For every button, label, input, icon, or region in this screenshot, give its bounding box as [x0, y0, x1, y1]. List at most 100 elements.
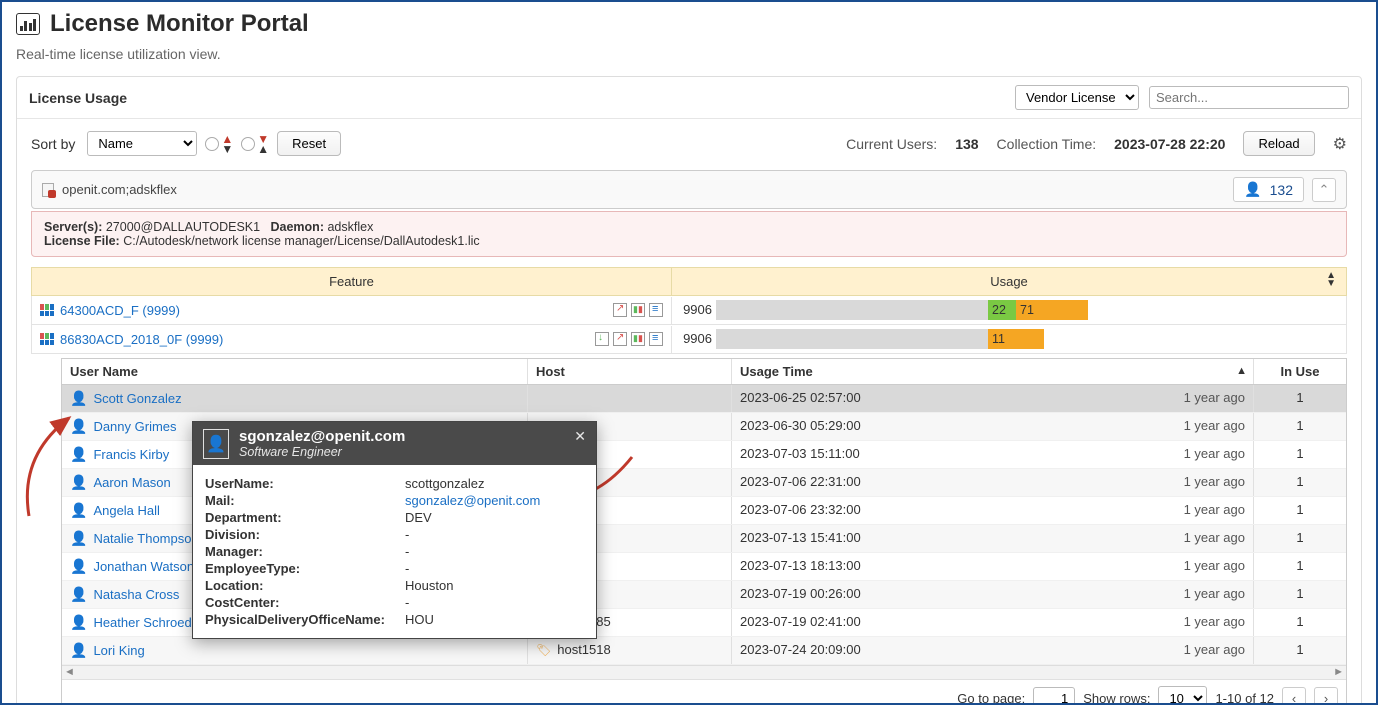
feature-icon	[40, 333, 54, 345]
chart-icon[interactable]	[631, 332, 645, 346]
person-icon: 👤	[70, 614, 87, 631]
col-header-usage[interactable]: Usage ▲▼	[672, 268, 1346, 295]
sort-indicator-icon: ▲▼	[1326, 272, 1336, 288]
goto-page-input[interactable]	[1033, 687, 1075, 705]
feature-icon	[40, 304, 54, 316]
person-icon: 👤	[70, 530, 87, 547]
popup-field-row: EmployeeType:-	[205, 560, 584, 577]
page-range: 1-10 of 12	[1215, 691, 1274, 705]
usage-total: 9906	[683, 302, 716, 317]
usage-time: 2023-07-19 00:26:00	[740, 586, 861, 601]
popup-field-value: HOU	[405, 612, 434, 627]
feature-row: 64300ACD_F (9999) 9906 22 71	[31, 296, 1347, 325]
collection-time-value: 2023-07-28 22:20	[1114, 136, 1225, 152]
sort-desc-radio[interactable]	[241, 134, 269, 154]
user-link[interactable]: Francis Kirby	[93, 447, 169, 462]
table-row[interactable]: 👤Lori King 🏷host1518 2023-07-24 20:09:00…	[62, 637, 1346, 665]
prev-page-button[interactable]: ‹	[1282, 687, 1306, 705]
usage-time: 2023-07-13 15:41:00	[740, 530, 861, 545]
server-info-panel: Server(s): 27000@DALLAUTODESK1 Daemon: a…	[31, 211, 1347, 257]
usage-bar: 9906 22 71	[716, 300, 1088, 320]
download-icon[interactable]	[595, 332, 609, 346]
table-icon[interactable]	[649, 332, 663, 346]
person-icon: 👤	[70, 446, 87, 463]
search-input[interactable]	[1149, 86, 1349, 109]
next-page-button[interactable]: ›	[1314, 687, 1338, 705]
page-title: License Monitor Portal	[50, 10, 309, 38]
current-users-label: Current Users:	[846, 136, 937, 152]
collection-time-label: Collection Time:	[997, 136, 1097, 152]
sort-field-select[interactable]: Name	[87, 131, 197, 156]
panel-title: License Usage	[29, 90, 127, 106]
server-name: openit.com;adskflex	[62, 182, 177, 197]
feature-link[interactable]: 86830ACD_2018_0F (9999)	[40, 332, 223, 347]
table-icon[interactable]	[649, 303, 663, 317]
usage-bar: 9906 11	[716, 329, 1044, 349]
host-value: host1518	[557, 642, 611, 657]
popup-field-value: -	[405, 561, 409, 576]
popup-field-value[interactable]: sgonzalez@openit.com	[405, 493, 540, 508]
user-link[interactable]: Natasha Cross	[93, 587, 179, 602]
usage-segment-orange: 11	[988, 329, 1044, 349]
usage-time: 2023-07-24 20:09:00	[740, 642, 861, 657]
app-logo-icon	[16, 13, 40, 35]
popup-field-value: DEV	[405, 510, 432, 525]
person-icon: 👤	[70, 502, 87, 519]
gear-icon[interactable]: ⚙	[1333, 134, 1347, 154]
popup-field-value: -	[405, 595, 409, 610]
user-link[interactable]: Heather Schroeder	[93, 615, 203, 630]
usage-time-ago: 1 year ago	[1184, 390, 1245, 405]
user-link[interactable]: Natalie Thompson	[93, 531, 198, 546]
usage-time: 2023-06-30 05:29:00	[740, 418, 861, 433]
user-link[interactable]: Danny Grimes	[93, 419, 176, 434]
popup-role: Software Engineer	[239, 445, 405, 459]
close-icon[interactable]: ✕	[574, 428, 586, 445]
inuse-value: 1	[1254, 469, 1346, 496]
horizontal-scrollbar[interactable]: ◄►	[62, 665, 1346, 679]
inuse-value: 1	[1254, 581, 1346, 608]
reload-button[interactable]: Reload	[1243, 131, 1314, 156]
server-status-icon	[42, 183, 54, 197]
reset-button[interactable]: Reset	[277, 131, 341, 156]
sort-asc-icon: ▲	[1236, 365, 1247, 377]
chart-icon[interactable]	[631, 303, 645, 317]
user-link[interactable]: Angela Hall	[93, 503, 160, 518]
usage-time: 2023-07-19 02:41:00	[740, 614, 861, 629]
person-icon: 👤	[70, 586, 87, 603]
user-link[interactable]: Aaron Mason	[93, 475, 170, 490]
person-icon: 👤	[70, 390, 87, 407]
user-icon: 👤	[1244, 181, 1261, 198]
inuse-value: 1	[1254, 553, 1346, 580]
inuse-value: 1	[1254, 497, 1346, 524]
popup-field-row: Manager:-	[205, 543, 584, 560]
usage-time: 2023-07-13 18:13:00	[740, 558, 861, 573]
feature-row: 86830ACD_2018_0F (9999) 9906 11	[31, 325, 1347, 354]
usage-time-ago: 1 year ago	[1184, 530, 1245, 545]
show-rows-label: Show rows:	[1083, 691, 1150, 705]
inuse-value: 1	[1254, 637, 1346, 664]
feature-link[interactable]: 64300ACD_F (9999)	[40, 303, 180, 318]
server-user-count-badge[interactable]: 👤 132	[1233, 177, 1304, 202]
usage-time: 2023-07-03 15:11:00	[740, 446, 860, 461]
col-header-host[interactable]: Host	[528, 359, 732, 384]
vendor-license-select[interactable]: Vendor License	[1015, 85, 1139, 110]
collapse-server-button[interactable]: ⌃	[1312, 178, 1336, 202]
usage-time: 2023-07-06 22:31:00	[740, 474, 861, 489]
col-header-usagetime[interactable]: Usage Time▲	[732, 359, 1254, 384]
usage-time-ago: 1 year ago	[1184, 418, 1245, 433]
user-link[interactable]: Jonathan Watson	[93, 559, 194, 574]
user-link[interactable]: Lori King	[93, 643, 144, 658]
col-header-feature[interactable]: Feature	[32, 268, 672, 295]
table-row[interactable]: 👤 Scott Gonzalez 2023-06-25 02:57:00 1 yea…	[62, 385, 1346, 413]
col-header-username[interactable]: User Name	[62, 359, 528, 384]
sort-asc-radio[interactable]	[205, 134, 233, 154]
person-icon: 👤	[70, 642, 87, 659]
export-icon[interactable]	[613, 303, 627, 317]
inuse-value: 1	[1254, 609, 1346, 636]
user-link[interactable]: Scott Gonzalez	[93, 391, 181, 406]
col-header-inuse[interactable]: In Use	[1254, 359, 1346, 384]
export-icon[interactable]	[613, 332, 627, 346]
usage-time-ago: 1 year ago	[1184, 642, 1245, 657]
show-rows-select[interactable]: 10	[1158, 686, 1207, 705]
usage-time: 2023-06-25 02:57:00	[740, 390, 861, 405]
